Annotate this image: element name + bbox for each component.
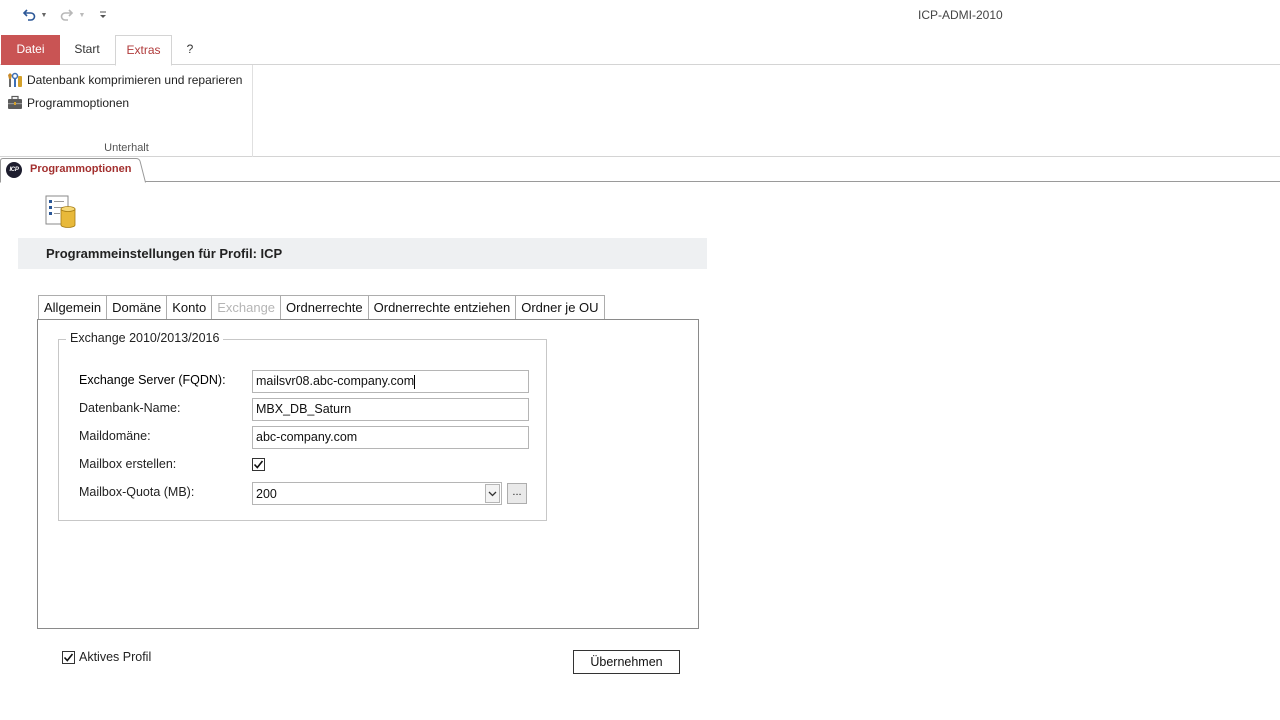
program-options-label: Programmoptionen <box>27 96 130 110</box>
tab-konto[interactable]: Konto <box>166 295 212 320</box>
maildomain-input[interactable]: abc-company.com <box>252 426 529 449</box>
checkmark-icon <box>63 653 74 662</box>
checkmark-icon <box>253 460 264 469</box>
document-tab-programmoptionen[interactable]: ICP Programmoptionen <box>0 158 146 183</box>
tab-ordner-je-ou[interactable]: Ordner je OU <box>515 295 605 320</box>
undo-icon[interactable] <box>20 6 38 24</box>
exchange-server-value: mailsvr08.abc-company.com <box>256 374 415 388</box>
exchange-server-label: Exchange Server (FQDN): <box>79 373 226 387</box>
tab-exchange[interactable]: Exchange <box>211 295 281 320</box>
text-caret <box>414 374 416 389</box>
create-mailbox-checkbox[interactable] <box>252 458 265 471</box>
exchange-server-input[interactable]: mailsvr08.abc-company.com <box>252 370 529 393</box>
settings-database-icon <box>44 195 78 229</box>
active-profile-label: Aktives Profil <box>79 650 152 664</box>
ribbon-tab-datei[interactable]: Datei <box>1 35 60 65</box>
page-title: Programmeinstellungen für Profil: ICP <box>46 246 283 261</box>
document-tab-label: Programmoptionen <box>30 163 132 175</box>
tab-ordnerrechte-entziehen[interactable]: Ordnerrechte entziehen <box>367 295 516 320</box>
groupbox-title: Exchange 2010/2013/2016 <box>66 331 224 345</box>
ribbon-tab-help[interactable]: ? <box>176 35 204 65</box>
ribbon-group-unterhalt: Datenbank komprimieren und reparieren Pr… <box>0 65 253 157</box>
maildomain-label: Maildomäne: <box>79 429 151 443</box>
ribbon-panel: Datenbank komprimieren und reparieren Pr… <box>0 65 1280 157</box>
db-repair-icon <box>7 72 23 88</box>
quick-access-toolbar: ▼ ▼ <box>20 6 112 24</box>
window-title: ICP-ADMI-2010 <box>918 8 1003 22</box>
compact-repair-database-button[interactable]: Datenbank komprimieren und reparieren <box>7 71 242 89</box>
tab-domaene[interactable]: Domäne <box>106 295 167 320</box>
profile-header: Programmeinstellungen für Profil: ICP <box>18 238 707 269</box>
program-options-icon <box>7 95 23 111</box>
tab-allgemein[interactable]: Allgemein <box>38 295 107 320</box>
apply-button[interactable]: Übernehmen <box>573 650 680 674</box>
program-options-button[interactable]: Programmoptionen <box>7 94 129 112</box>
create-mailbox-label: Mailbox erstellen: <box>79 457 177 471</box>
database-name-label: Datenbank-Name: <box>79 401 181 415</box>
undo-dropdown-icon[interactable]: ▼ <box>40 6 48 24</box>
document-tab-strip: ICP Programmoptionen <box>0 158 1280 183</box>
title-bar: ▼ ▼ ICP-ADMI-2010 <box>0 0 1280 32</box>
redo-icon[interactable] <box>58 6 76 24</box>
mailbox-quota-label: Mailbox-Quota (MB): <box>79 485 195 499</box>
redo-dropdown-icon[interactable]: ▼ <box>78 6 86 24</box>
database-name-input[interactable]: MBX_DB_Saturn <box>252 398 529 421</box>
ribbon-tab-start[interactable]: Start <box>62 35 112 65</box>
ribbon-tab-bar: Datei Start Extras ? <box>0 35 1280 66</box>
quota-more-button[interactable]: ... <box>507 483 527 504</box>
customize-qat-icon[interactable] <box>94 6 112 24</box>
ribbon-tab-extras[interactable]: Extras <box>115 35 172 66</box>
settings-tab-bar: Allgemein Domäne Konto Exchange Ordnerre… <box>38 295 605 320</box>
compact-repair-label: Datenbank komprimieren und reparieren <box>27 73 243 87</box>
mailbox-quota-value: 200 <box>256 487 277 501</box>
active-profile-option: Aktives Profil <box>62 650 151 664</box>
icp-logo-icon: ICP <box>6 162 22 178</box>
active-profile-checkbox[interactable] <box>62 650 75 664</box>
chevron-down-icon[interactable] <box>485 484 500 503</box>
tab-ordnerrechte[interactable]: Ordnerrechte <box>280 295 368 320</box>
ribbon-group-label: Unterhalt <box>104 142 149 154</box>
mailbox-quota-select[interactable]: 200 <box>252 482 502 505</box>
